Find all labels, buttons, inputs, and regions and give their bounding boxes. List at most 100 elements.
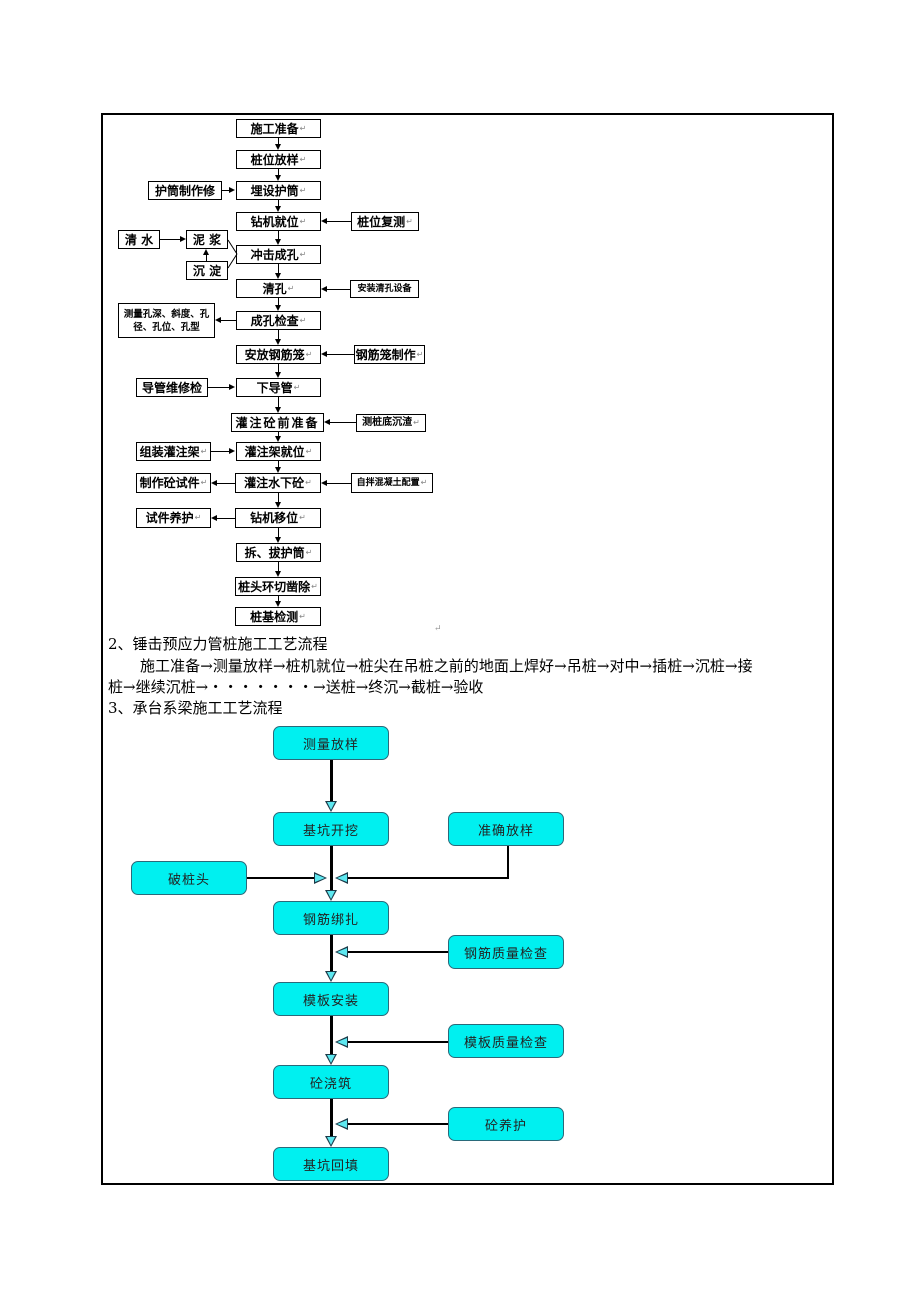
cap-side-rebar-check: 钢筋质量检查 bbox=[448, 935, 564, 969]
step-rack-position: 灌注架就位 ↵ bbox=[236, 442, 321, 461]
paragraph-mark: ↵ bbox=[434, 624, 442, 634]
cap-side-break-pile-head: 破桩头 bbox=[131, 861, 247, 895]
arrow-down-icon bbox=[275, 175, 281, 181]
step-construction-prep: 施工准备 ↵ bbox=[236, 119, 321, 138]
connector bbox=[327, 221, 351, 222]
arrow-down-icon bbox=[275, 339, 281, 345]
side-measure-sediment: 测桩底沉渣 ↵ bbox=[356, 414, 426, 432]
connector bbox=[278, 493, 279, 502]
arrow-up-icon bbox=[203, 249, 209, 255]
arrow-down-icon bbox=[275, 502, 281, 508]
side-cage-fabrication: 钢筋笼制作 ↵ bbox=[354, 345, 425, 364]
arrow-down-icon bbox=[325, 801, 337, 812]
arrow-left-icon bbox=[335, 1118, 348, 1130]
step-pile-layout: 桩位放样 ↵ bbox=[236, 150, 321, 169]
section2-heading: 2、锤击预应力管桩施工工艺流程 bbox=[108, 635, 328, 653]
arrow-down-icon bbox=[275, 239, 281, 245]
connector bbox=[278, 330, 279, 339]
arrow-down-icon bbox=[325, 1136, 337, 1147]
connector bbox=[348, 1041, 448, 1043]
side-casing-fabrication: 护筒制作修 bbox=[148, 181, 222, 200]
step-hole-inspection: 成孔检查 ↵ bbox=[236, 311, 321, 330]
cap-side-concrete-curing: 砼养护 bbox=[448, 1107, 564, 1141]
arrow-left-icon bbox=[321, 480, 327, 486]
arrow-left-icon bbox=[215, 317, 221, 323]
connector bbox=[278, 264, 279, 273]
step-pour-prep: 灌注砼前准备 bbox=[231, 413, 324, 432]
side-clear-water: 清 水 bbox=[118, 230, 160, 249]
arrow-right-icon bbox=[229, 384, 235, 390]
step-underwater-pour: 灌注水下砼 ↵ bbox=[235, 473, 321, 493]
side-install-cleaning-equipment: 安装清孔设备 bbox=[350, 280, 419, 298]
connector bbox=[348, 1123, 448, 1125]
connector bbox=[217, 483, 235, 484]
arrow-left-icon bbox=[321, 351, 327, 357]
connector bbox=[211, 451, 230, 452]
connector bbox=[278, 562, 279, 571]
arrow-down-icon bbox=[275, 407, 281, 413]
connector bbox=[217, 518, 235, 519]
step-place-cage: 安放钢筋笼 ↵ bbox=[236, 345, 321, 364]
connector bbox=[247, 877, 315, 879]
connector bbox=[208, 387, 230, 388]
arrow-down-icon bbox=[325, 1054, 337, 1065]
step-percussion-drill: 冲击成孔 ↵ bbox=[236, 245, 321, 264]
side-assemble-rack: 组装灌注架 ↵ bbox=[136, 442, 211, 461]
connector bbox=[278, 298, 279, 305]
connector bbox=[330, 846, 333, 891]
arrow-left-icon bbox=[335, 872, 348, 884]
arrow-left-icon bbox=[335, 1036, 348, 1048]
arrow-down-icon bbox=[275, 144, 281, 150]
section2-line2: 桩→继续沉桩→・・・・・・・→送桩→终沉→截桩→验收 bbox=[108, 678, 484, 696]
cap-step-formwork: 模板安装 bbox=[273, 982, 389, 1016]
cap-step-concrete-pour: 砼浇筑 bbox=[273, 1065, 389, 1099]
arrow-left-icon bbox=[335, 946, 348, 958]
arrow-down-icon bbox=[275, 372, 281, 378]
arrow-right-icon bbox=[229, 448, 235, 454]
side-measure-hole: 测量孔深、斜度、孔径、孔位、孔型 bbox=[118, 303, 215, 338]
arrow-down-icon bbox=[275, 206, 281, 212]
arrow-down-icon bbox=[275, 601, 281, 607]
mud-settle-connectors bbox=[227, 239, 238, 269]
arrow-right-icon bbox=[229, 187, 235, 193]
cap-step-excavation: 基坑开挖 bbox=[273, 812, 389, 846]
arrow-down-icon bbox=[275, 436, 281, 442]
connector bbox=[206, 255, 207, 261]
side-pipe-repair: 导管维修检 bbox=[136, 378, 208, 397]
arrow-down-icon bbox=[325, 971, 337, 982]
side-pile-recheck: 桩位复测 ↵ bbox=[351, 212, 419, 231]
section2-line1: 施工准备→测量放样→桩机就位→桩尖在吊桩之前的地面上焊好→吊桩→对中→插桩→沉桩… bbox=[140, 657, 753, 675]
side-specimen-curing: 试件养护 ↵ bbox=[136, 508, 211, 528]
arrow-down-icon bbox=[275, 305, 281, 311]
connector bbox=[327, 483, 351, 484]
connector bbox=[348, 951, 448, 953]
step-bury-casing: 埋设护筒 ↵ bbox=[236, 181, 321, 200]
connector bbox=[330, 422, 356, 423]
step-clean-hole: 清孔 ↵ bbox=[236, 279, 321, 298]
connector bbox=[348, 877, 509, 879]
cap-step-rebar-tying: 钢筋绑扎 bbox=[273, 901, 389, 935]
section3-heading: 3、承台系梁施工工艺流程 bbox=[108, 699, 283, 717]
connector bbox=[330, 1016, 333, 1055]
connector bbox=[330, 760, 333, 802]
arrow-down-icon bbox=[275, 571, 281, 577]
step-remove-casing: 拆、拔护筒 ↵ bbox=[236, 543, 321, 562]
cap-step-survey-layout: 测量放样 bbox=[273, 726, 389, 760]
side-settle: 沉 淀 bbox=[186, 261, 228, 280]
arrow-left-icon bbox=[321, 286, 327, 292]
arrow-left-icon bbox=[321, 218, 327, 224]
arrow-right-icon bbox=[314, 872, 327, 884]
cap-side-accurate-layout: 准确放样 bbox=[448, 812, 564, 846]
step-cut-pile-head: 桩头环切凿除 ↵ bbox=[235, 577, 321, 596]
connector bbox=[221, 320, 236, 321]
connector bbox=[160, 239, 181, 240]
connector bbox=[330, 935, 333, 972]
step-rig-position: 钻机就位 ↵ bbox=[236, 212, 321, 231]
arrow-down-icon bbox=[275, 467, 281, 473]
step-pile-testing: 桩基检测 ↵ bbox=[235, 607, 321, 626]
connector bbox=[327, 289, 350, 290]
arrow-down-icon bbox=[275, 537, 281, 543]
arrow-down-icon bbox=[275, 273, 281, 279]
side-make-test-specimen: 制作砼试件 ↵ bbox=[136, 473, 211, 493]
step-lower-pipe: 下导管 ↵ bbox=[236, 378, 321, 397]
